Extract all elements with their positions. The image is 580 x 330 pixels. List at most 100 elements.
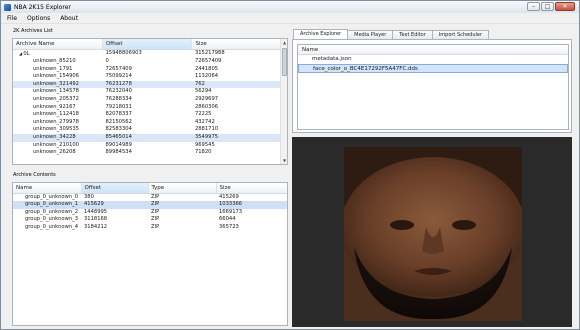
content-size-cell: 1033366 <box>216 201 287 209</box>
content-name-cell: group_0_unknown_1 <box>13 201 81 209</box>
archive-name: unknown_205372 <box>33 96 79 103</box>
archive-name: unknown_1791 <box>33 65 73 72</box>
archive-size-cell: 315217988 <box>194 50 225 56</box>
archive-name: unknown_85210 <box>33 58 76 65</box>
file-list: Name metadata.json face_color_o_BC4E17292… <box>297 44 569 130</box>
file-list-item[interactable]: metadata.json <box>298 55 568 64</box>
window-title: NBA 2K15 Explorer <box>14 3 71 11</box>
archive-row[interactable]: unknown_134578 76232040 56294 <box>13 88 287 96</box>
contents-header-row: Name Offset Type Size <box>13 183 287 194</box>
contents-table: Name Offset Type Size group_0_unknown_0 3… <box>13 183 287 232</box>
tab-text-editor[interactable]: Text Editor <box>392 30 433 39</box>
column-offset[interactable]: Offset <box>102 39 193 50</box>
texture-preview <box>292 137 572 327</box>
archive-name: unknown_134578 <box>33 88 79 95</box>
archive-row[interactable]: unknown_85210 0 72657409 <box>13 58 287 66</box>
scroll-down-icon[interactable]: ▼ <box>281 157 287 164</box>
content-row[interactable]: group_0_unknown_4 3184212 ZIP 365723 <box>13 223 287 232</box>
archives-scroll-thumb[interactable] <box>282 48 287 76</box>
archive-row[interactable]: unknown_34228 85465014 3549975 <box>13 134 287 142</box>
archive-name-cell: unknown_34228 <box>13 134 103 142</box>
archive-size-cell: 2441805 <box>194 65 219 72</box>
archive-offset-cell: 82078337 <box>105 111 132 118</box>
archive-row[interactable]: unknown_1791 72657409 2441805 <box>13 66 287 74</box>
archive-row[interactable]: unknown_26208 89984534 71820 <box>13 149 287 157</box>
content-offset-cell: 415629 <box>81 201 148 209</box>
content-offset-cell: 1448995 <box>84 208 108 215</box>
content-name-cell: group_0_unknown_2 <box>25 208 79 215</box>
archive-row[interactable]: unknown_279978 82150562 432742 <box>13 119 287 127</box>
archive-name: unknown_154906 <box>33 73 79 80</box>
archive-size-cell: 762 <box>191 80 287 89</box>
archive-size-cell: 2929697 <box>194 96 219 103</box>
tab-media-player[interactable]: Media Player <box>347 30 394 39</box>
archive-name-cell: unknown_210100 <box>13 142 102 150</box>
archive-name-cell: unknown_279978 <box>13 119 102 127</box>
contents-group-label: Archive Contents <box>13 172 56 178</box>
archive-name-cell: unknown_1791 <box>13 66 102 74</box>
tab-archive-explorer[interactable]: Archive Explorer <box>293 29 349 39</box>
column-archive-name[interactable]: Archive Name <box>13 39 103 50</box>
archive-row[interactable]: unknown_321492 76231278 762 <box>13 80 287 89</box>
archive-row[interactable]: unknown_309535 82583304 2881710 <box>13 126 287 134</box>
close-button[interactable]: ✕ <box>555 2 575 11</box>
archive-name-cell: unknown_321492 <box>13 80 103 89</box>
archive-offset-cell: 89984534 <box>105 149 132 156</box>
archive-row[interactable]: unknown_92167 79218031 2860306 <box>13 104 287 112</box>
archive-name: unknown_112418 <box>33 111 79 118</box>
file-list-header[interactable]: Name <box>298 45 568 55</box>
archive-row[interactable]: unknown_210100 89014989 969545 <box>13 142 287 150</box>
minimize-button[interactable]: – <box>527 2 540 11</box>
content-offset-cell: 3184212 <box>84 223 108 230</box>
menu-file[interactable]: File <box>7 15 17 22</box>
file-list-item[interactable]: face_color_o_BC4E17292F5A47FC.dds <box>298 64 568 73</box>
archive-name: unknown_309535 <box>33 126 79 133</box>
archive-name: unknown_34228 <box>33 134 76 141</box>
menu-options[interactable]: Options <box>27 15 50 22</box>
archive-size-cell: 432742 <box>194 118 215 125</box>
column-size[interactable]: Size <box>191 39 287 50</box>
archive-row[interactable]: unknown_154906 75099214 1132064 <box>13 73 287 81</box>
archive-offset-cell: 89014989 <box>105 141 132 148</box>
archive-offset-cell: 82150562 <box>105 118 132 125</box>
archive-row[interactable]: unknown_205372 76288334 2929697 <box>13 96 287 104</box>
archive-name-cell: unknown_112418 <box>13 111 102 119</box>
archive-offset-cell: 0 <box>105 58 109 65</box>
content-row[interactable]: group_0_unknown_0 380 ZIP 415269 <box>13 193 287 201</box>
menu-about[interactable]: About <box>60 15 78 22</box>
face-texture-image <box>344 147 522 321</box>
app-icon <box>4 3 11 11</box>
content-row[interactable]: group_0_unknown_2 1448995 ZIP 1669173 <box>13 208 287 217</box>
archive-size-cell: 2881710 <box>194 126 219 133</box>
archive-offset-cell: 72657409 <box>105 65 132 72</box>
scroll-up-icon[interactable]: ▲ <box>281 39 287 46</box>
archive-offset-cell: 75099214 <box>105 73 132 80</box>
column-type[interactable]: Type <box>148 183 217 194</box>
archive-row[interactable]: unknown_112418 82078337 72225 <box>13 111 287 119</box>
content-type-cell: ZIP <box>151 208 160 215</box>
archive-name-cell: unknown_154906 <box>13 73 102 81</box>
maximize-button[interactable]: □ <box>541 2 554 11</box>
archives-scrollbar[interactable]: ▲ ▼ <box>280 39 287 164</box>
archive-name-cell: unknown_85210 <box>13 58 102 66</box>
content-row[interactable]: group_0_unknown_3 3118168 ZIP 66044 <box>13 216 287 224</box>
archive-name: unknown_92167 <box>33 103 76 110</box>
column-offset[interactable]: Offset <box>81 183 149 194</box>
content-name-cell: group_0_unknown_3 <box>25 216 79 223</box>
archive-size-cell: 1132064 <box>194 73 219 80</box>
archive-row[interactable]: ◢ 0L 15948806903 315217988 <box>13 49 287 58</box>
tab-import-scheduler[interactable]: Import Scheduler <box>431 30 490 39</box>
archive-offset-cell: 76231278 <box>102 80 192 89</box>
archive-name: unknown_279978 <box>33 118 79 125</box>
archive-size-cell: 71820 <box>194 149 212 156</box>
archive-name-cell: unknown_92167 <box>13 104 102 112</box>
archive-name-cell: unknown_205372 <box>13 96 102 104</box>
content-row[interactable]: group_0_unknown_1 415629 ZIP 1033366 <box>13 201 287 209</box>
content-offset-cell: 380 <box>84 193 94 200</box>
archive-offset-cell: 79218031 <box>105 103 132 110</box>
archive-offset-cell: 85465014 <box>102 134 192 142</box>
column-size[interactable]: Size <box>216 183 287 194</box>
archive-name-cell: unknown_309535 <box>13 126 102 134</box>
menu-bar: File Options About <box>1 13 579 24</box>
column-name[interactable]: Name <box>13 183 82 194</box>
